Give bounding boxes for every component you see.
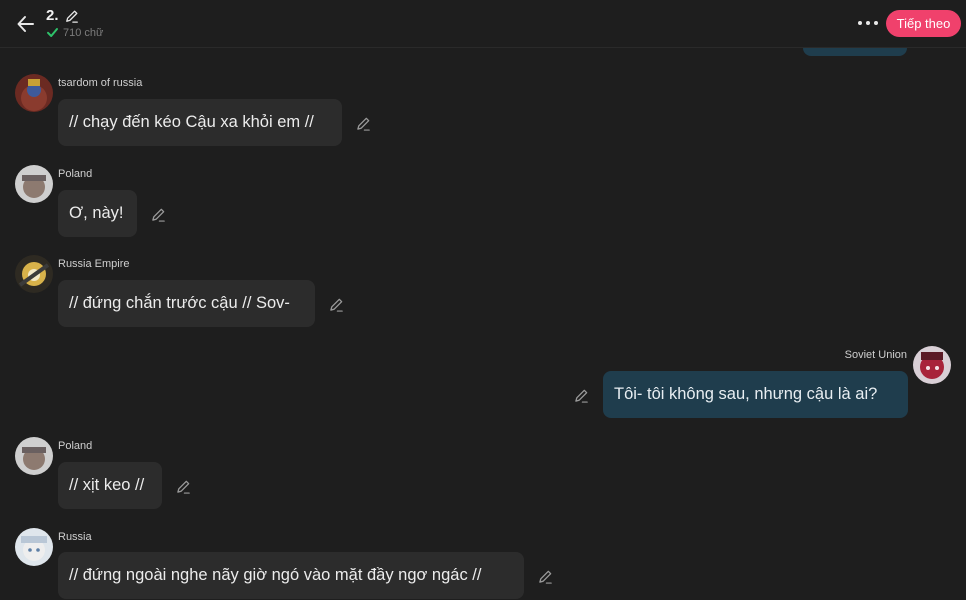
avatar[interactable] [15, 74, 53, 112]
avatar[interactable] [15, 165, 53, 203]
more-options-button[interactable] [856, 12, 880, 34]
arrow-left-icon [17, 16, 34, 32]
character-avatar-image [15, 255, 53, 293]
edit-message-button[interactable] [175, 478, 191, 494]
sender-name: Soviet Union [844, 349, 907, 361]
sender-name: tsardom of russia [58, 77, 143, 89]
message-bubble[interactable]: // xịt keo // [58, 462, 162, 509]
edit-title-button[interactable] [65, 9, 79, 23]
avatar[interactable] [913, 346, 951, 384]
message-bubble[interactable]: Ơ, này! [58, 190, 137, 237]
check-icon [47, 28, 58, 37]
sender-name: Russia [58, 531, 92, 543]
pencil-icon [176, 480, 190, 494]
back-button[interactable] [12, 10, 40, 38]
more-dots-icon [858, 21, 878, 25]
pencil-icon [356, 117, 370, 131]
pencil-icon [574, 389, 588, 403]
pencil-icon [151, 208, 165, 222]
edit-message-button[interactable] [537, 568, 553, 584]
avatar[interactable] [15, 437, 53, 475]
edit-message-button[interactable] [150, 206, 166, 222]
character-avatar-image [913, 346, 951, 384]
edit-message-button[interactable] [328, 296, 344, 312]
pencil-icon [538, 570, 552, 584]
word-count: 710 chữ [63, 26, 104, 39]
edit-message-button[interactable] [573, 387, 589, 403]
avatar[interactable] [15, 255, 53, 293]
top-bar: 2. 710 chữ Tiếp theo [0, 0, 966, 48]
avatar[interactable] [15, 528, 53, 566]
message-bubble[interactable]: // chạy đến kéo Cậu xa khỏi em // [58, 99, 342, 146]
sender-name: Poland [58, 168, 93, 180]
character-avatar-image [15, 437, 53, 475]
title-block: 2. 710 chữ [46, 7, 103, 39]
pencil-icon [65, 10, 78, 23]
message-bubble[interactable]: // đứng ngoài nghe nãy giờ ngó vào mặt đ… [58, 552, 524, 599]
page-title: 2. [46, 7, 59, 24]
character-avatar-image [15, 165, 53, 203]
character-avatar-image [15, 528, 53, 566]
edit-message-button[interactable] [355, 115, 371, 131]
character-avatar-image [15, 74, 53, 112]
sender-name: Poland [58, 440, 93, 452]
sender-name: Russia Empire [58, 258, 130, 270]
message-bubble[interactable]: Tôi- tôi không sau, nhưng cậu là ai? [603, 371, 908, 418]
message-bubble[interactable]: // đứng chắn trước cậu // Sov- [58, 280, 315, 327]
pencil-icon [329, 298, 343, 312]
next-button[interactable]: Tiếp theo [886, 10, 961, 37]
